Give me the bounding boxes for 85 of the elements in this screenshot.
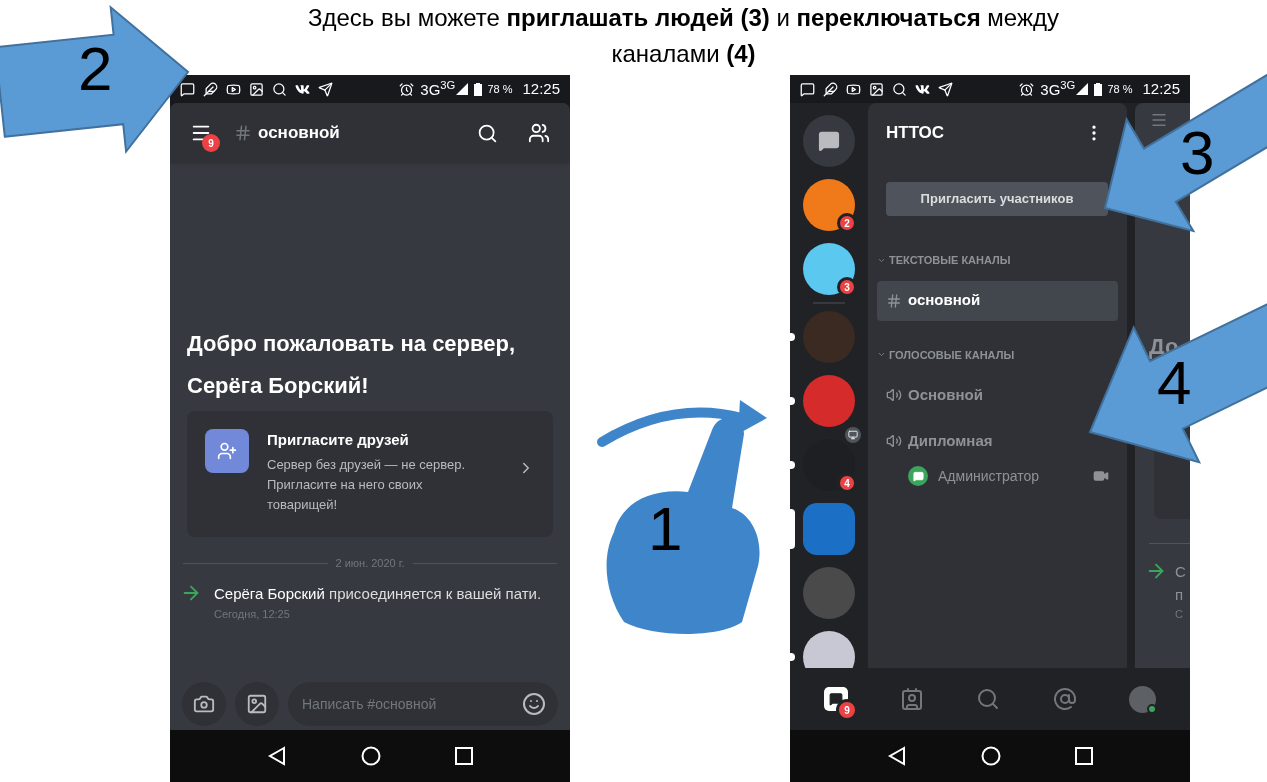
- search-tab[interactable]: [976, 687, 1001, 711]
- add-user-icon: [217, 441, 237, 461]
- channel-item[interactable]: основной: [877, 280, 1118, 321]
- category-header[interactable]: ТЕКСТОВЫЕ КАНАЛЫ: [889, 252, 1011, 269]
- home-icon[interactable]: [361, 746, 381, 766]
- server-icon[interactable]: [803, 631, 855, 668]
- card-title: Пригласите друзей: [267, 430, 410, 450]
- speaker-icon: [886, 387, 902, 403]
- chat-icon: [800, 81, 815, 97]
- friends-tab[interactable]: [900, 687, 925, 711]
- unread-indicator: [790, 461, 795, 469]
- feather-icon: [823, 81, 838, 97]
- server-icon[interactable]: [803, 243, 855, 295]
- mentions-tab[interactable]: [1052, 687, 1077, 711]
- back-icon[interactable]: [267, 746, 287, 766]
- join-message: п: [1175, 585, 1185, 605]
- server-icon[interactable]: [803, 179, 855, 231]
- unread-indicator: [790, 653, 795, 661]
- invite-members-button[interactable]: Пригласить участников: [886, 182, 1108, 216]
- battery-icon: [474, 82, 483, 96]
- search-icon: [272, 81, 287, 97]
- card-text: Сервер без друзей — не сервер. Пригласите на него своих товарищей!: [267, 455, 466, 514]
- image-icon: [869, 81, 884, 97]
- feather-icon: [203, 81, 218, 97]
- network-type: 3G$^{3G}$: [420, 81, 456, 97]
- signal-icon: [1076, 83, 1089, 95]
- category-header[interactable]: ГОЛОСОВЫЕ КАНАЛЫ: [889, 346, 1015, 363]
- join-message: С: [1175, 607, 1184, 622]
- message-timestamp: Сегодня, 12:25: [214, 606, 291, 622]
- chat-icon: [818, 130, 840, 152]
- send-icon: [938, 81, 953, 97]
- back-icon[interactable]: [887, 746, 907, 766]
- alarm-icon: [399, 81, 415, 97]
- network-type: 3G$^{3G}$: [1040, 81, 1076, 97]
- home-icon[interactable]: [981, 746, 1001, 766]
- welcome-title: Добро пожаловать на сервер,: [187, 330, 517, 358]
- play-icon: [226, 81, 241, 97]
- camera-button[interactable]: [182, 682, 226, 726]
- image-icon: [249, 81, 264, 97]
- channel-title: основной: [258, 122, 340, 145]
- welcome-title: Серёга Борский!: [187, 372, 370, 400]
- hash-icon: [886, 292, 902, 309]
- battery-level: 78 %: [1107, 81, 1133, 97]
- send-icon: [318, 81, 333, 97]
- voice-member[interactable]: Администратор: [938, 465, 1039, 487]
- gallery-button[interactable]: [235, 682, 279, 726]
- direct-messages-button[interactable]: [803, 115, 855, 167]
- invite-card[interactable]: Пригласите друзей Сервер без друзей — не сервер. Пригласите на него своих товарищей!: [187, 411, 553, 537]
- message-input[interactable]: Написать #основной: [288, 682, 558, 726]
- search-icon: [892, 81, 907, 97]
- image-icon: [246, 693, 268, 715]
- join-message: С: [1175, 562, 1186, 582]
- members-icon[interactable]: [528, 122, 550, 144]
- unread-indicator: [790, 333, 795, 341]
- recent-apps-icon[interactable]: [1075, 747, 1093, 765]
- emoji-icon[interactable]: [522, 692, 546, 716]
- step-number: 3: [1180, 122, 1215, 184]
- profile-tab[interactable]: [1128, 685, 1156, 713]
- selected-indicator: [790, 509, 795, 549]
- alarm-icon: [1019, 81, 1035, 97]
- notification-badge: 4: [837, 473, 857, 493]
- caption-text: Здесь вы можете приглашать людей (3) и переключаться между: [308, 3, 1059, 33]
- caption-text: каналами (4): [611, 39, 756, 69]
- battery-level: 78 %: [487, 81, 513, 97]
- recent-apps-icon[interactable]: [455, 747, 473, 765]
- camera-icon: [193, 693, 215, 715]
- signal-icon: [456, 83, 469, 95]
- channel-item[interactable]: Основной: [877, 375, 992, 415]
- step-number: 1: [648, 498, 683, 560]
- play-icon: [846, 81, 861, 97]
- clock: 12:25: [522, 78, 560, 99]
- notification-badge: 9: [202, 134, 220, 152]
- speaker-icon: [886, 433, 902, 449]
- search-icon[interactable]: [477, 122, 498, 144]
- server-name: НТТОС: [886, 122, 945, 145]
- battery-icon: [1094, 82, 1103, 96]
- notification-badge: 3: [837, 277, 857, 297]
- hash-icon: [234, 124, 252, 142]
- step-number: 2: [78, 38, 113, 100]
- clock: 12:25: [1142, 78, 1180, 99]
- notification-badge: 2: [837, 213, 857, 233]
- unread-indicator: [790, 397, 795, 405]
- chat-icon: [180, 81, 195, 97]
- join-message: Серёга Борский присоединяется к вашей пати.: [214, 583, 543, 604]
- channel-item[interactable]: Дипломная: [877, 421, 1002, 461]
